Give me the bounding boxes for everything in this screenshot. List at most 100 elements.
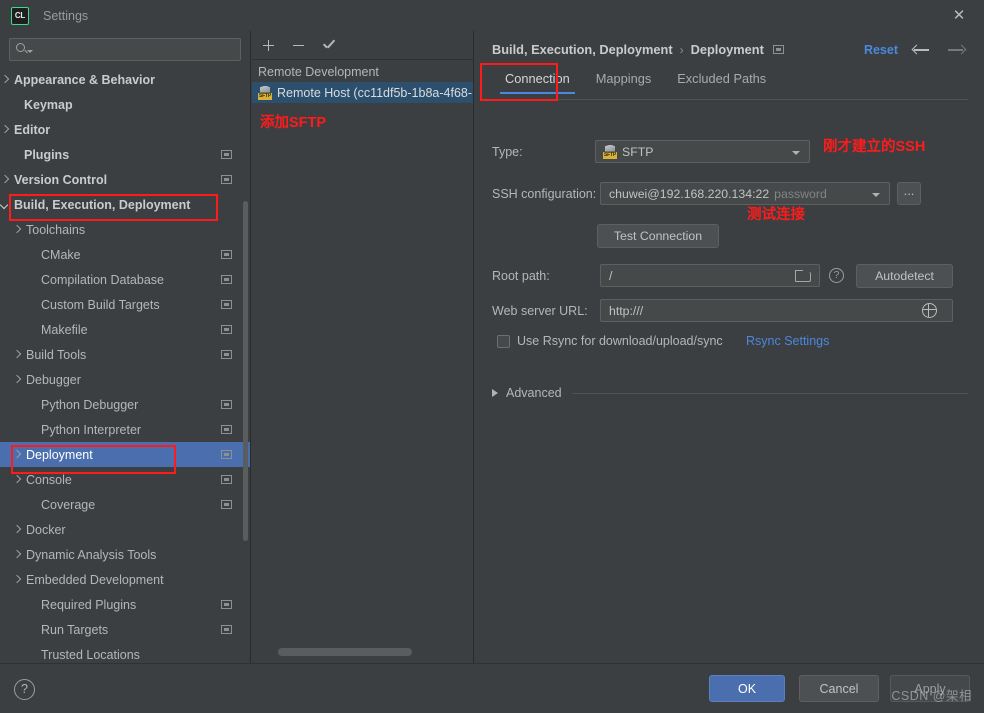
sidebar-item-appearance-behavior[interactable]: Appearance & Behavior xyxy=(0,67,250,92)
sidebar-item-deployment[interactable]: Deployment xyxy=(0,442,250,467)
root-path-label: Root path: xyxy=(492,269,550,283)
sidebar-item-plugins[interactable]: Plugins xyxy=(0,142,250,167)
chevron-down-icon[interactable] xyxy=(0,200,10,210)
sidebar-item-cmake[interactable]: CMake xyxy=(0,242,250,267)
root-path-input[interactable]: / xyxy=(600,264,820,287)
sidebar-item-label: Python Debugger xyxy=(41,397,139,412)
sidebar-item-dynamic-analysis-tools[interactable]: Dynamic Analysis Tools xyxy=(0,542,250,567)
chevron-right-icon[interactable] xyxy=(12,550,22,560)
chevron-right-icon[interactable] xyxy=(12,225,22,235)
advanced-section[interactable]: Advanced xyxy=(492,386,968,400)
project-scope-icon xyxy=(221,475,232,484)
cancel-button[interactable]: Cancel xyxy=(799,675,879,702)
sidebar-item-label: Coverage xyxy=(41,497,96,512)
web-server-url-input[interactable]: http:/// xyxy=(600,299,953,322)
arrow-right-icon[interactable] xyxy=(946,42,967,58)
chevron-right-icon[interactable] xyxy=(12,575,22,585)
test-connection-button[interactable]: Test Connection xyxy=(597,224,719,248)
sidebar-item-toolchains[interactable]: Toolchains xyxy=(0,217,250,242)
server-list-item[interactable]: SFTP Remote Host (cc11df5b-1b8a-4f68- xyxy=(252,82,473,103)
servers-horizontal-scrollbar[interactable] xyxy=(278,648,412,656)
chevron-down-icon[interactable] xyxy=(27,50,33,53)
folder-icon[interactable] xyxy=(795,270,811,282)
sidebar-item-keymap[interactable]: Keymap xyxy=(0,92,250,117)
sidebar-item-compilation-database[interactable]: Compilation Database xyxy=(0,267,250,292)
apply-button[interactable]: Apply xyxy=(890,675,970,702)
sidebar-item-editor[interactable]: Editor xyxy=(0,117,250,142)
question-mark-icon[interactable]: ? xyxy=(14,679,35,700)
chevron-right-icon[interactable] xyxy=(12,525,22,535)
use-rsync-checkbox[interactable] xyxy=(497,335,510,348)
tab-connection[interactable]: Connection xyxy=(492,68,583,94)
sidebar-scrollbar[interactable] xyxy=(243,201,248,541)
breadcrumb: Build, Execution, Deployment › Deploymen… xyxy=(492,42,784,57)
chevron-right-icon[interactable] xyxy=(12,475,22,485)
servers-toolbar xyxy=(252,31,473,59)
tab-mappings[interactable]: Mappings xyxy=(583,68,665,94)
chevron-right-icon[interactable] xyxy=(492,389,498,397)
project-scope-icon xyxy=(221,425,232,434)
deployment-servers-panel: Remote Development SFTP Remote Host (cc1… xyxy=(252,31,474,663)
project-scope-icon xyxy=(221,500,232,509)
chevron-down-icon xyxy=(792,151,800,155)
sidebar-item-console[interactable]: Console xyxy=(0,467,250,492)
chevron-right-icon[interactable] xyxy=(0,75,10,85)
settings-sidebar: Appearance & Behavior Keymap Editor Plugins… xyxy=(0,31,251,663)
sidebar-item-label: Console xyxy=(26,472,72,487)
sidebar-item-custom-build-targets[interactable]: Custom Build Targets xyxy=(0,292,250,317)
sidebar-item-label: Dynamic Analysis Tools xyxy=(26,547,157,562)
search-input[interactable] xyxy=(35,39,235,60)
project-scope-icon[interactable] xyxy=(772,45,784,54)
rsync-settings-link[interactable]: Rsync Settings xyxy=(746,334,829,348)
sidebar-item-version-control[interactable]: Version Control xyxy=(0,167,250,192)
search-container xyxy=(0,31,250,67)
sidebar-item-build-execution-deployment[interactable]: Build, Execution, Deployment xyxy=(0,192,250,217)
sidebar-item-embedded-development[interactable]: Embedded Development xyxy=(0,567,250,592)
sidebar-item-build-tools[interactable]: Build Tools xyxy=(0,342,250,367)
tab-label: Excluded Paths xyxy=(677,71,767,86)
chevron-right-icon[interactable] xyxy=(12,450,22,460)
chevron-right-icon[interactable] xyxy=(0,175,10,185)
chevron-right-icon[interactable] xyxy=(12,375,22,385)
plus-icon[interactable] xyxy=(260,37,277,54)
ssh-configuration-dropdown[interactable]: chuwei@192.168.220.134:22 password xyxy=(600,182,890,205)
ok-button[interactable]: OK xyxy=(709,675,785,702)
globe-icon[interactable] xyxy=(922,303,937,318)
type-dropdown[interactable]: SFTP SFTP xyxy=(595,140,810,163)
arrow-left-icon[interactable] xyxy=(911,42,932,58)
tab-excluded-paths[interactable]: Excluded Paths xyxy=(664,68,779,94)
chevron-right-icon[interactable] xyxy=(0,125,10,135)
settings-tabs: Connection Mappings Excluded Paths xyxy=(492,68,779,94)
close-icon[interactable]: ✕ xyxy=(950,7,968,25)
sidebar-item-trusted-locations[interactable]: Trusted Locations xyxy=(0,642,250,663)
reset-link[interactable]: Reset xyxy=(864,43,898,57)
sidebar-item-label: Makefile xyxy=(41,322,88,337)
title-bar: CL Settings ✕ xyxy=(0,0,984,31)
annotation-test-note: 测试连接 xyxy=(747,207,805,223)
minus-icon[interactable] xyxy=(290,37,307,54)
sidebar-item-label: Build Tools xyxy=(26,347,87,362)
ssh-configuration-browse-button[interactable]: ... xyxy=(897,182,921,205)
sidebar-item-makefile[interactable]: Makefile xyxy=(0,317,250,342)
sidebar-item-required-plugins[interactable]: Required Plugins xyxy=(0,592,250,617)
window-title: Settings xyxy=(43,8,89,23)
sidebar-item-docker[interactable]: Docker xyxy=(0,517,250,542)
autodetect-button[interactable]: Autodetect xyxy=(856,264,953,288)
sidebar-item-label: Custom Build Targets xyxy=(41,297,160,312)
sidebar-item-coverage[interactable]: Coverage xyxy=(0,492,250,517)
sidebar-item-python-interpreter[interactable]: Python Interpreter xyxy=(0,417,250,442)
sidebar-item-debugger[interactable]: Debugger xyxy=(0,367,250,392)
use-rsync-label: Use Rsync for download/upload/sync xyxy=(517,334,723,348)
breadcrumb-parent[interactable]: Build, Execution, Deployment xyxy=(492,42,673,57)
search-box[interactable] xyxy=(9,38,241,61)
help-icon[interactable]: ? xyxy=(829,268,844,283)
sidebar-item-python-debugger[interactable]: Python Debugger xyxy=(0,392,250,417)
check-icon[interactable] xyxy=(320,37,337,54)
chevron-right-icon[interactable] xyxy=(12,350,22,360)
project-scope-icon xyxy=(221,625,232,634)
sidebar-item-run-targets[interactable]: Run Targets xyxy=(0,617,250,642)
